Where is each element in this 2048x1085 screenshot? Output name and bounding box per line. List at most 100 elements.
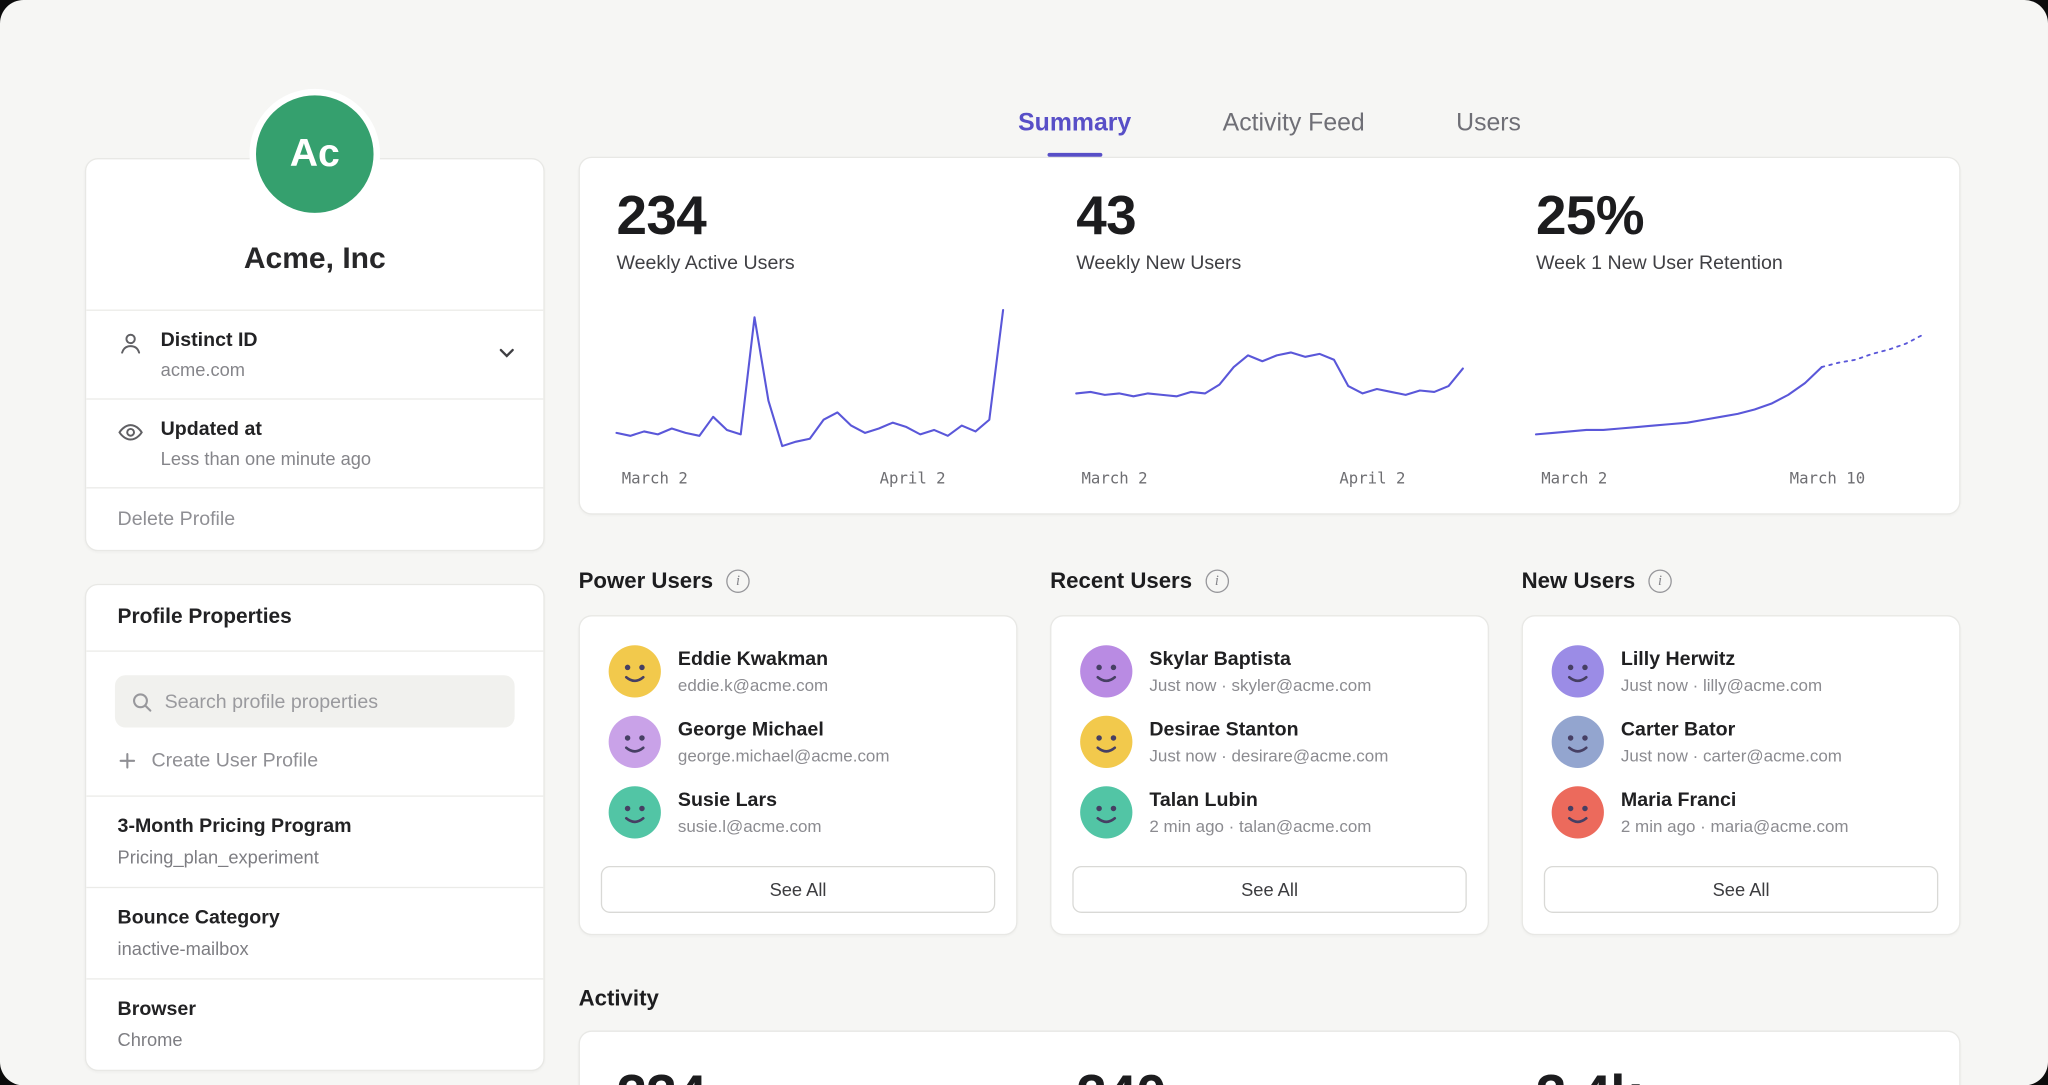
activity-stat-value: 240	[1076, 1063, 1463, 1085]
line-chart-weekly-new-users	[1076, 306, 1463, 452]
user-name: Eddie Kwakman	[678, 648, 828, 670]
user-lists-row: Power Users Eddie Kwakman eddie.k@acme.c…	[579, 564, 1961, 935]
field-label: Distinct ID	[161, 329, 258, 351]
x-tick: March 10	[1790, 469, 1865, 487]
property-name: Bounce Category	[118, 906, 512, 928]
user-name: Maria Franci	[1621, 789, 1849, 811]
user-name: Desirae Stanton	[1149, 718, 1388, 740]
user-list-item[interactable]: George Michael george.michael@acme.com	[601, 707, 995, 778]
activity-stat-value: 3.4k	[1536, 1063, 1923, 1085]
property-name: 3-Month Pricing Program	[118, 815, 512, 837]
x-axis-ticks: March 2 April 2	[1076, 469, 1463, 487]
kpi-label: Week 1 New User Retention	[1536, 252, 1923, 274]
user-subtext: 2 min ago · maria@acme.com	[1621, 816, 1849, 836]
kpi-weekly-new-users: 43 Weekly New Users March 2 April 2	[1040, 158, 1500, 513]
profile-properties-card: Profile Properties Create User Profile	[85, 584, 545, 1071]
user-list-item[interactable]: Carter Bator Just now · carter@acme.com	[1544, 707, 1938, 778]
kpi-weekly-active-users: 234 Weekly Active Users March 2 April 2	[580, 158, 1040, 513]
user-name: Lilly Herwitz	[1621, 648, 1822, 670]
updated-at-row: Updated at Less than one minute ago	[86, 398, 543, 487]
search-box	[115, 675, 515, 727]
user-subtext: Just now · carter@acme.com	[1621, 746, 1842, 766]
screenshot-viewport: Ac Acme, Inc Distinct ID acme.com	[0, 0, 2048, 1085]
x-tick: March 2	[1541, 469, 1607, 487]
kpi-week1-retention: 25% Week 1 New User Retention March 2 Ma…	[1499, 158, 1959, 513]
distinct-id-row[interactable]: Distinct ID acme.com	[86, 310, 543, 399]
info-icon[interactable]	[1648, 569, 1672, 593]
kpi-value: 234	[616, 184, 1003, 247]
tab-summary[interactable]: Summary	[1018, 110, 1131, 157]
see-all-button[interactable]: See All	[1544, 866, 1938, 913]
x-tick: March 2	[622, 469, 688, 487]
plus-icon	[118, 751, 138, 771]
user-subtext: eddie.k@acme.com	[678, 675, 828, 695]
tab-users[interactable]: Users	[1456, 110, 1521, 157]
property-row: Bounce Category inactive-mailbox	[86, 887, 543, 978]
property-row: 3-Month Pricing Program Pricing_plan_exp…	[86, 795, 543, 886]
activity-stats-card: 234 240 3.4k	[579, 1031, 1961, 1085]
user-subtext: susie.l@acme.com	[678, 816, 822, 836]
field-value: Less than one minute ago	[161, 448, 371, 469]
tab-activity-feed[interactable]: Activity Feed	[1223, 110, 1365, 157]
power-users-section: Power Users Eddie Kwakman eddie.k@acme.c…	[579, 564, 1018, 935]
property-value: Chrome	[118, 1029, 512, 1050]
line-chart-week1-retention	[1536, 306, 1923, 452]
user-name: Skylar Baptista	[1149, 648, 1371, 670]
see-all-button[interactable]: See All	[601, 866, 995, 913]
user-list-item[interactable]: Skylar Baptista Just now · skyler@acme.c…	[1072, 636, 1466, 707]
kpi-charts-card: 234 Weekly Active Users March 2 April 2 …	[579, 157, 1961, 515]
user-list-item[interactable]: Lilly Herwitz Just now · lilly@acme.com	[1544, 636, 1938, 707]
chevron-down-icon[interactable]	[496, 342, 517, 363]
create-user-profile-button[interactable]: Create User Profile	[86, 728, 543, 796]
user-avatar	[1080, 716, 1132, 768]
delete-profile-button[interactable]: Delete Profile	[86, 487, 543, 550]
x-tick: April 2	[1339, 469, 1405, 487]
user-avatar	[1080, 786, 1132, 838]
activity-section-title: Activity	[579, 986, 1961, 1012]
user-name: Susie Lars	[678, 789, 822, 811]
user-list-item[interactable]: Maria Franci 2 min ago · maria@acme.com	[1544, 777, 1938, 848]
search-input[interactable]	[165, 690, 499, 712]
user-list-item[interactable]: Susie Lars susie.l@acme.com	[601, 777, 995, 848]
kpi-value: 43	[1076, 184, 1463, 247]
recent-users-section: Recent Users Skylar Baptista Just now · …	[1050, 564, 1489, 935]
user-name: Talan Lubin	[1149, 789, 1371, 811]
recent-users-card: Skylar Baptista Just now · skyler@acme.c…	[1050, 615, 1489, 935]
user-avatar	[1080, 645, 1132, 697]
list-title: Power Users	[579, 568, 714, 594]
user-subtext: Just now · lilly@acme.com	[1621, 675, 1822, 695]
eye-icon	[118, 419, 144, 445]
activity-stat: 234	[580, 1032, 1040, 1085]
user-avatar	[1552, 786, 1604, 838]
list-header: Recent Users	[1050, 564, 1489, 598]
kpi-value: 25%	[1536, 184, 1923, 247]
new-users-section: New Users Lilly Herwitz Just now · lilly…	[1522, 564, 1961, 935]
x-tick: April 2	[880, 469, 946, 487]
property-value: inactive-mailbox	[118, 938, 512, 959]
user-list-item[interactable]: Desirae Stanton Just now · desirare@acme…	[1072, 707, 1466, 778]
user-subtext: george.michael@acme.com	[678, 746, 890, 766]
user-subtext: 2 min ago · talan@acme.com	[1149, 816, 1371, 836]
activity-stat-value: 234	[616, 1063, 1003, 1085]
user-avatar	[1552, 716, 1604, 768]
info-icon[interactable]	[726, 569, 750, 593]
user-list-item[interactable]: Eddie Kwakman eddie.k@acme.com	[601, 636, 995, 707]
activity-stat: 3.4k	[1499, 1032, 1959, 1085]
main-content: Summary Activity Feed Users 234 Weekly A…	[579, 110, 1961, 1085]
user-name: Carter Bator	[1621, 718, 1842, 740]
power-users-card: Eddie Kwakman eddie.k@acme.com George Mi…	[579, 615, 1018, 935]
property-name: Browser	[118, 998, 512, 1020]
activity-stat: 240	[1040, 1032, 1500, 1085]
line-chart-weekly-active-users	[616, 306, 1003, 452]
list-header: New Users	[1522, 564, 1961, 598]
list-header: Power Users	[579, 564, 1018, 598]
list-title: New Users	[1522, 568, 1636, 594]
info-icon[interactable]	[1205, 569, 1229, 593]
kpi-label: Weekly Active Users	[616, 252, 1003, 274]
kpi-label: Weekly New Users	[1076, 252, 1463, 274]
search-icon	[131, 690, 153, 712]
see-all-button[interactable]: See All	[1072, 866, 1466, 913]
user-list-item[interactable]: Talan Lubin 2 min ago · talan@acme.com	[1072, 777, 1466, 848]
x-axis-ticks: March 2 March 10	[1536, 469, 1923, 487]
user-avatar	[609, 786, 661, 838]
